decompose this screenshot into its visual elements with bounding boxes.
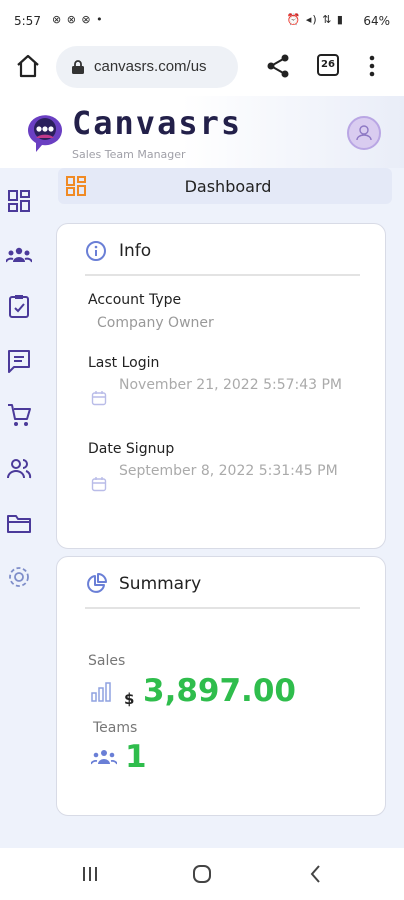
main-content: Dashboard Info Account Type Company Owne… bbox=[38, 168, 404, 848]
cart-icon[interactable] bbox=[6, 402, 32, 428]
folder-icon[interactable] bbox=[6, 510, 32, 536]
currency-symbol: $ bbox=[124, 690, 135, 708]
info-card: Info Account Type Company Owner Last Log… bbox=[56, 223, 386, 549]
teams-label: Teams bbox=[93, 720, 138, 736]
tasks-icon[interactable] bbox=[6, 293, 32, 319]
dashboard-header: Dashboard bbox=[58, 168, 392, 204]
avatar[interactable] bbox=[347, 116, 381, 150]
date-signup-label: Date Signup bbox=[88, 441, 175, 457]
sales-value: 3,897.00 bbox=[143, 673, 296, 709]
sales-label: Sales bbox=[88, 653, 126, 669]
last-login-label: Last Login bbox=[88, 355, 160, 371]
battery-level: 64% bbox=[363, 14, 390, 28]
account-type-label: Account Type bbox=[88, 292, 182, 308]
users-icon[interactable] bbox=[6, 456, 32, 482]
back-icon[interactable] bbox=[304, 862, 328, 886]
messages-icon[interactable] bbox=[6, 348, 32, 374]
brand-tagline: Sales Team Manager bbox=[72, 148, 186, 161]
summary-card: Summary Sales $ 3,897.00 Teams 1 bbox=[56, 556, 386, 816]
account-type-value: Company Owner bbox=[97, 315, 214, 331]
home-icon[interactable] bbox=[14, 52, 42, 80]
bar-chart-icon bbox=[91, 682, 111, 702]
tabs-icon[interactable]: 26 bbox=[317, 54, 339, 76]
menu-icon[interactable] bbox=[364, 52, 380, 80]
app-header: Canvasrs Sales Team Manager bbox=[0, 96, 404, 168]
info-title: Info bbox=[119, 241, 152, 261]
home-nav-icon[interactable] bbox=[190, 862, 214, 886]
url-text: canvasrs.com/us bbox=[94, 58, 207, 75]
brand-name: Canvasrs bbox=[72, 104, 243, 142]
date-signup-value: September 8, 2022 5:31:45 PM bbox=[119, 463, 338, 479]
calendar-icon bbox=[91, 391, 107, 406]
teams-icon bbox=[91, 750, 117, 765]
pie-chart-icon bbox=[87, 573, 107, 593]
last-login-value: November 21, 2022 5:57:43 PM bbox=[119, 377, 343, 393]
teams-value: 1 bbox=[125, 739, 147, 775]
settings-icon[interactable] bbox=[6, 564, 32, 590]
status-time: 5:57 bbox=[14, 14, 41, 28]
browser-toolbar: canvasrs.com/us 26 bbox=[0, 42, 404, 94]
info-icon bbox=[86, 241, 106, 261]
system-icons: ⏰ ◂) ⇅ ▮ bbox=[286, 13, 344, 26]
user-icon bbox=[356, 125, 372, 141]
lock-icon bbox=[72, 60, 84, 74]
info-card-header: Info bbox=[85, 238, 360, 276]
notification-icons: ⊗ ⊗ ⊗ • bbox=[52, 13, 104, 26]
logo-icon bbox=[27, 115, 62, 152]
recent-apps-icon[interactable] bbox=[78, 862, 102, 886]
status-bar: 5:57 ⊗ ⊗ ⊗ • ⏰ ◂) ⇅ ▮ 64% bbox=[0, 0, 404, 42]
teams-icon[interactable] bbox=[6, 242, 32, 268]
calendar-icon bbox=[91, 477, 107, 492]
summary-card-header: Summary bbox=[85, 571, 360, 609]
share-icon[interactable] bbox=[265, 52, 291, 80]
sidebar bbox=[0, 168, 38, 848]
dashboard-icon[interactable] bbox=[6, 188, 32, 214]
summary-title: Summary bbox=[119, 574, 202, 594]
system-nav-bar bbox=[0, 848, 404, 900]
address-bar[interactable]: canvasrs.com/us bbox=[56, 46, 238, 88]
page-title: Dashboard bbox=[184, 177, 272, 196]
